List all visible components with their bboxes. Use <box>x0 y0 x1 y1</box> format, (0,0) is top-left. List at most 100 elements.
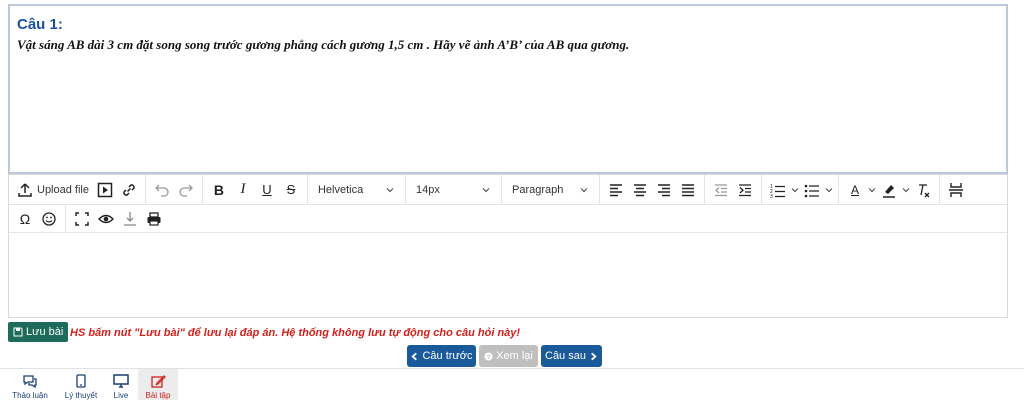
outdent-button[interactable] <box>710 179 732 201</box>
highlight-color-button[interactable] <box>878 179 900 201</box>
toolbar-group-font-size: 14px <box>406 175 502 204</box>
next-question-button[interactable]: Câu sau <box>541 345 602 367</box>
toolbar-group-block: Paragraph <box>502 175 600 204</box>
underline-button[interactable]: U <box>256 179 278 201</box>
toolbar-group-align <box>600 175 705 204</box>
previous-question-button[interactable]: Câu trước <box>407 345 476 367</box>
align-left-icon <box>609 183 622 196</box>
review-label: Xem lại <box>496 350 533 362</box>
preview-button[interactable] <box>95 208 117 230</box>
page-break-button[interactable] <box>945 179 967 201</box>
printer-icon <box>147 211 161 226</box>
indent-icon <box>738 183 751 196</box>
toolbar-group-insert: Upload file <box>9 175 146 204</box>
question-title: Câu 1: <box>17 16 63 33</box>
media-play-icon <box>97 182 113 197</box>
font-color-button[interactable]: A <box>844 179 866 201</box>
link-icon <box>123 183 135 196</box>
toolbar-group-special: Ω <box>9 205 66 232</box>
italic-button[interactable]: I <box>232 179 254 201</box>
page-break-icon <box>948 182 963 197</box>
nav-theory-label: Lý thuyết <box>64 391 98 400</box>
svg-text:3: 3 <box>770 194 773 198</box>
font-family-select[interactable]: Helvetica <box>312 179 401 201</box>
download-icon <box>124 211 136 226</box>
chevron-down-icon[interactable] <box>867 185 877 195</box>
undo-button[interactable] <box>151 179 173 201</box>
font-size-value: 14px <box>415 183 440 196</box>
nav-exercises[interactable]: Bài tập <box>138 369 178 400</box>
svg-text:?: ? <box>487 353 491 360</box>
block-format-value: Paragraph <box>511 183 564 196</box>
save-download-button[interactable] <box>119 208 141 230</box>
tablet-icon <box>76 374 86 388</box>
next-question-label: Câu sau <box>545 350 586 362</box>
clear-formatting-button[interactable] <box>912 179 934 201</box>
block-format-select[interactable]: Paragraph <box>506 179 595 201</box>
nav-exercises-label: Bài tập <box>145 391 171 400</box>
chevron-down-icon <box>580 187 588 192</box>
save-answer-label: Lưu bài <box>26 326 64 338</box>
chat-icon <box>23 375 37 388</box>
print-button[interactable] <box>143 208 165 230</box>
toolbar-group-color: A <box>839 175 940 204</box>
bottom-navigation: Thảo luận Lý thuyết Live Bài tập <box>0 368 1024 400</box>
align-center-button[interactable] <box>629 179 651 201</box>
insert-link-button[interactable] <box>118 179 140 201</box>
chevron-down-icon <box>482 187 490 192</box>
nav-discussion[interactable]: Thảo luận <box>4 369 56 400</box>
toolbar-group-pagebreak <box>940 175 972 204</box>
bold-button[interactable]: B <box>208 179 230 201</box>
smiley-icon <box>42 211 56 226</box>
question-panel: Câu 1: Vật sáng AB dài 3 cm đặt song son… <box>8 4 1008 174</box>
editor-content-area[interactable] <box>9 234 1007 318</box>
align-left-button[interactable] <box>605 179 627 201</box>
bullet-list-button[interactable] <box>801 179 823 201</box>
toolbar-group-format: B I U S <box>203 175 308 204</box>
clear-formatting-icon <box>918 183 930 197</box>
save-answer-button[interactable]: Lưu bài <box>8 322 69 342</box>
redo-button[interactable] <box>175 179 197 201</box>
toolbar-group-history <box>146 175 203 204</box>
previous-question-label: Câu trước <box>422 350 473 362</box>
answer-editor: Upload file B I U S Helvetica 14px Parag… <box>8 174 1008 318</box>
align-center-icon <box>633 183 646 196</box>
emoticon-button[interactable] <box>38 208 60 230</box>
nav-discussion-label: Thảo luận <box>12 391 48 400</box>
editor-toolbar-row-1: Upload file B I U S Helvetica 14px Parag… <box>9 175 1007 205</box>
monitor-icon <box>113 374 129 388</box>
review-button[interactable]: ? Xem lại <box>479 345 538 367</box>
chevron-down-icon[interactable] <box>824 185 834 195</box>
eye-icon <box>98 214 114 223</box>
special-character-button[interactable]: Ω <box>14 208 36 230</box>
redo-icon <box>179 184 193 197</box>
chevron-down-icon[interactable] <box>790 185 800 195</box>
exercise-page: Câu 1: Vật sáng AB dài 3 cm đặt song son… <box>0 0 1024 400</box>
edit-icon <box>151 375 166 388</box>
align-right-button[interactable] <box>653 179 675 201</box>
toolbar-group-view <box>66 205 170 232</box>
indent-button[interactable] <box>734 179 756 201</box>
nav-theory[interactable]: Lý thuyết <box>58 369 104 400</box>
upload-file-button[interactable]: Upload file <box>14 179 92 201</box>
chevron-down-icon[interactable] <box>901 185 911 195</box>
numbered-list-icon: 123 <box>770 184 785 198</box>
bullet-list-icon <box>804 184 819 197</box>
align-justify-icon <box>681 183 694 196</box>
undo-icon <box>155 184 169 197</box>
editor-toolbar-row-2: Ω <box>9 205 1007 233</box>
toolbar-group-font-family: Helvetica <box>308 175 406 204</box>
strikethrough-button[interactable]: S <box>280 179 302 201</box>
outdent-icon <box>714 183 727 196</box>
font-family-value: Helvetica <box>317 183 364 196</box>
question-circle-icon: ? <box>484 351 493 360</box>
nav-live[interactable]: Live <box>106 369 136 400</box>
font-size-select[interactable]: 14px <box>410 179 497 201</box>
save-warning-text: HS bấm nút "Lưu bài" để lưu lại đáp án. … <box>70 327 521 339</box>
align-justify-button[interactable] <box>677 179 699 201</box>
fullscreen-icon <box>75 211 89 226</box>
font-color-letter: A <box>850 182 859 197</box>
fullscreen-button[interactable] <box>71 208 93 230</box>
insert-media-button[interactable] <box>94 179 116 201</box>
numbered-list-button[interactable]: 123 <box>767 179 789 201</box>
